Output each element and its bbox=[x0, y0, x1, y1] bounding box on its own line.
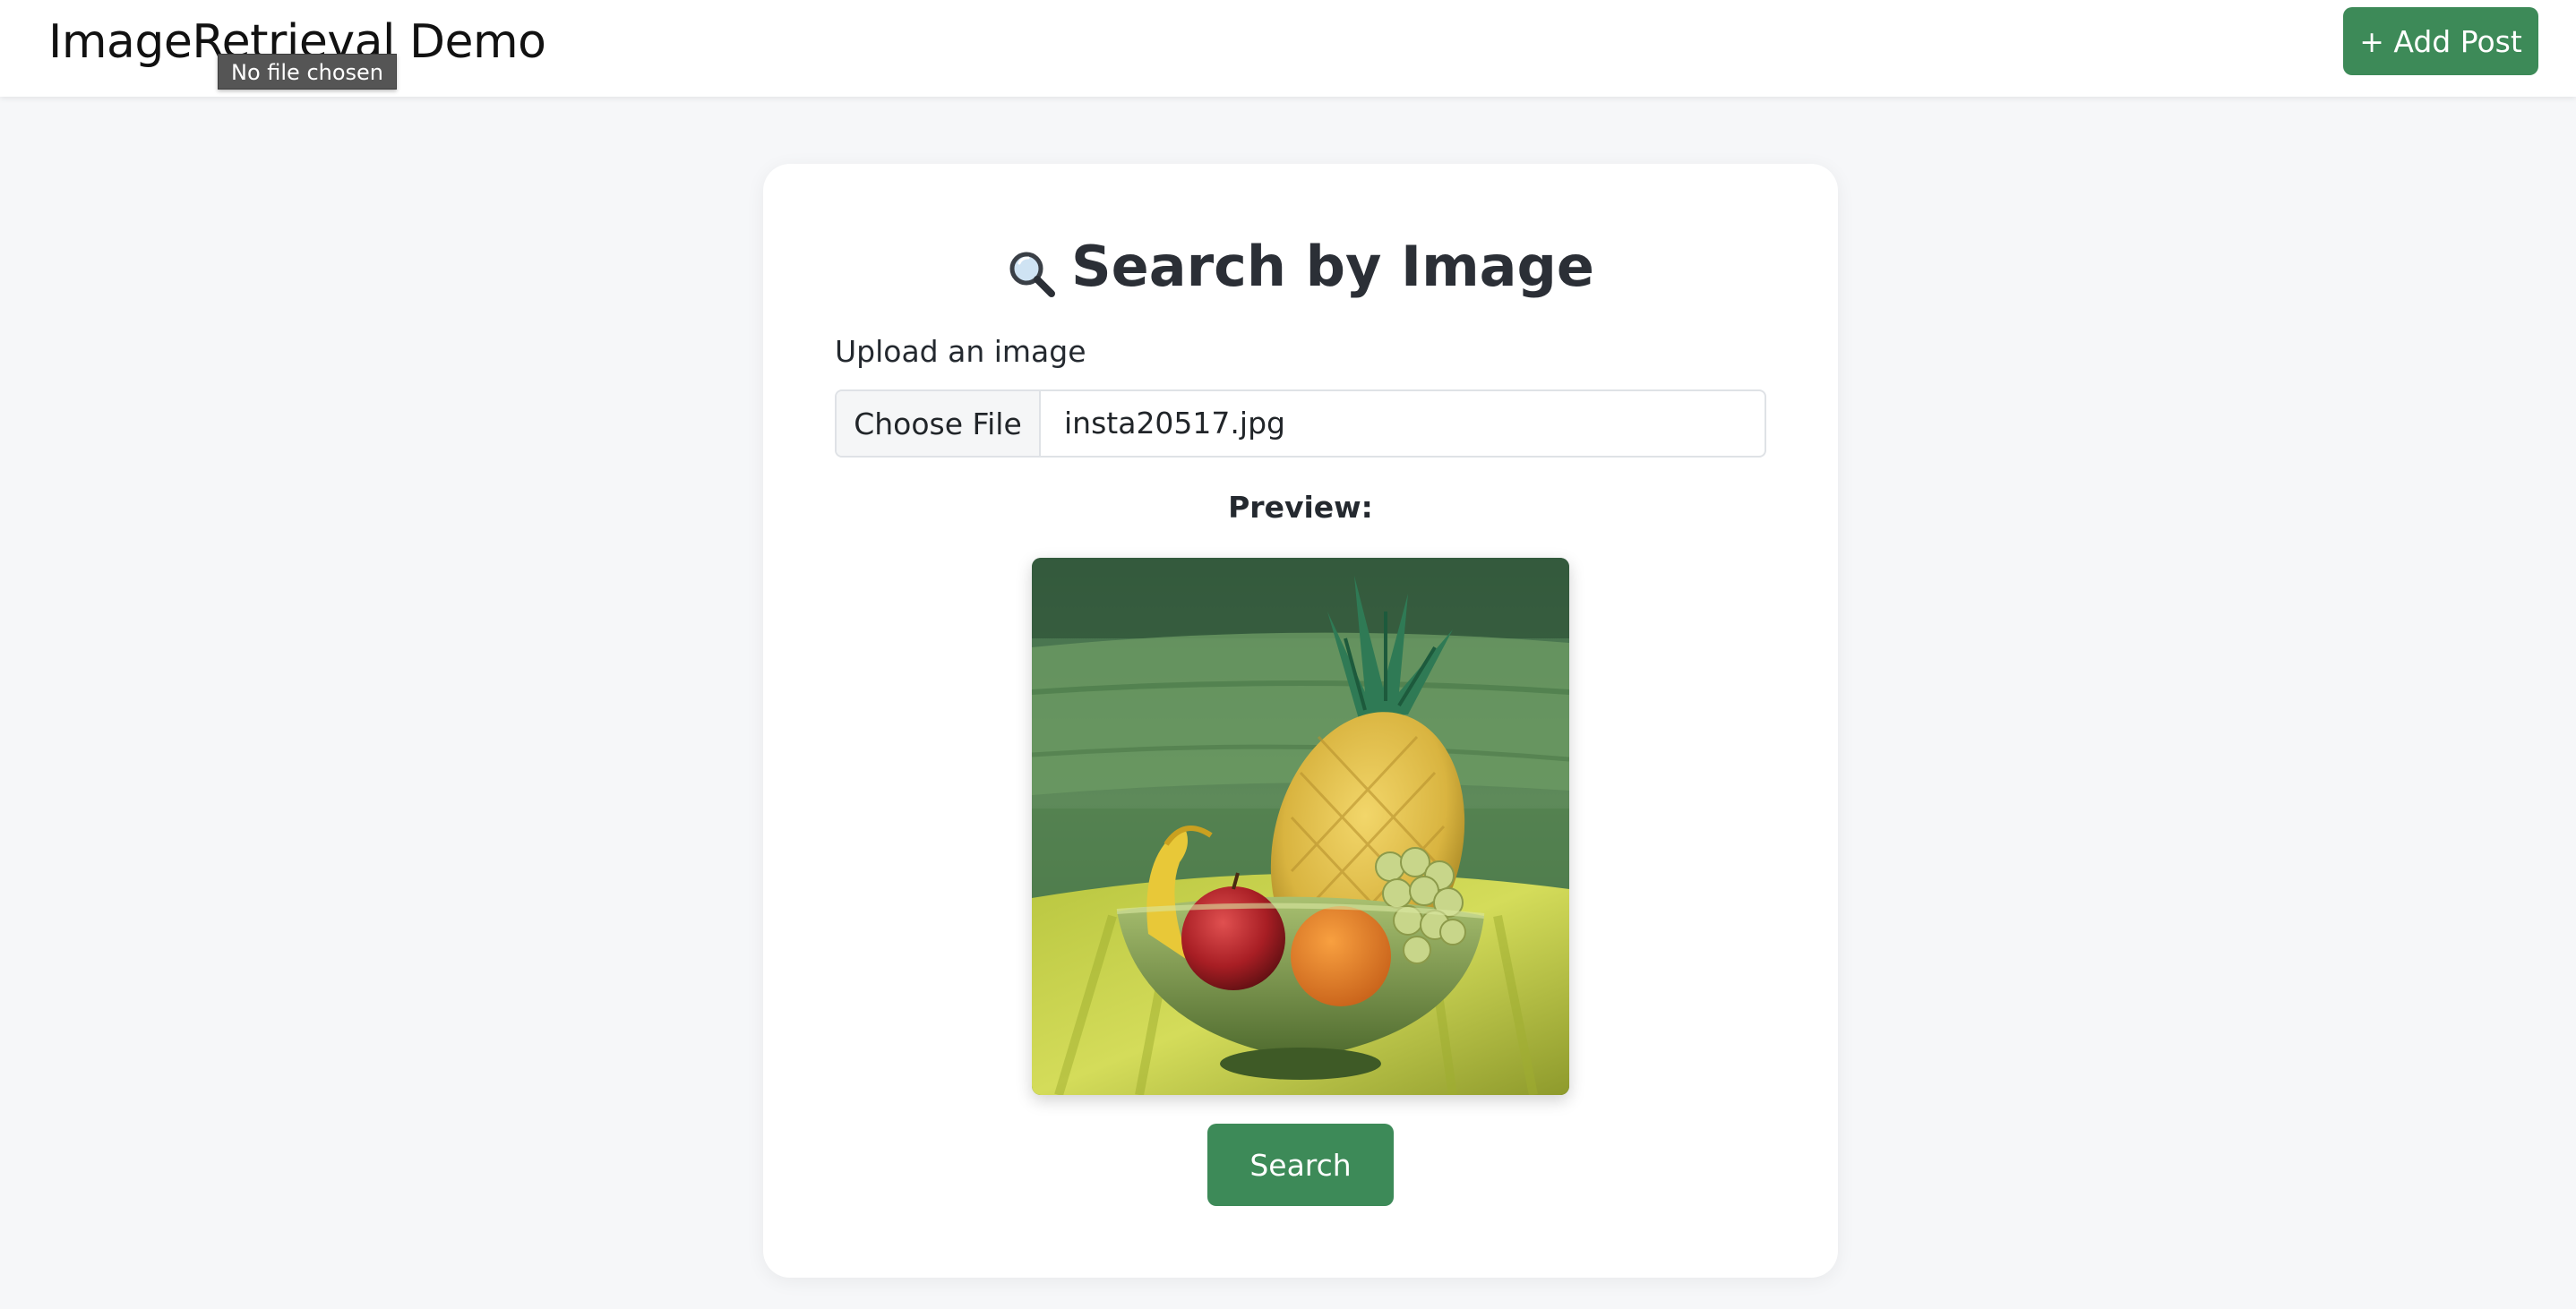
choose-file-button[interactable]: Choose File bbox=[837, 391, 1041, 456]
file-tooltip: No file chosen bbox=[218, 54, 398, 90]
search-card: Search by Image Upload an image Choose F… bbox=[763, 164, 1838, 1278]
upload-label: Upload an image bbox=[835, 334, 1086, 369]
file-input[interactable]: Choose File insta20517.jpg bbox=[835, 389, 1766, 458]
magnifying-glass-icon bbox=[1007, 242, 1057, 297]
preview-image bbox=[1032, 558, 1569, 1095]
page-title: Search by Image bbox=[763, 228, 1838, 305]
selected-file-name[interactable]: insta20517.jpg bbox=[1041, 391, 1765, 456]
page-title-text: Search by Image bbox=[1071, 234, 1594, 299]
preview-label: Preview: bbox=[1228, 490, 1373, 525]
top-navbar: ImageRetrieval Demo No file chosen + Add… bbox=[0, 0, 2576, 97]
search-button[interactable]: Search bbox=[1207, 1124, 1394, 1206]
add-post-button[interactable]: + Add Post bbox=[2343, 7, 2538, 75]
